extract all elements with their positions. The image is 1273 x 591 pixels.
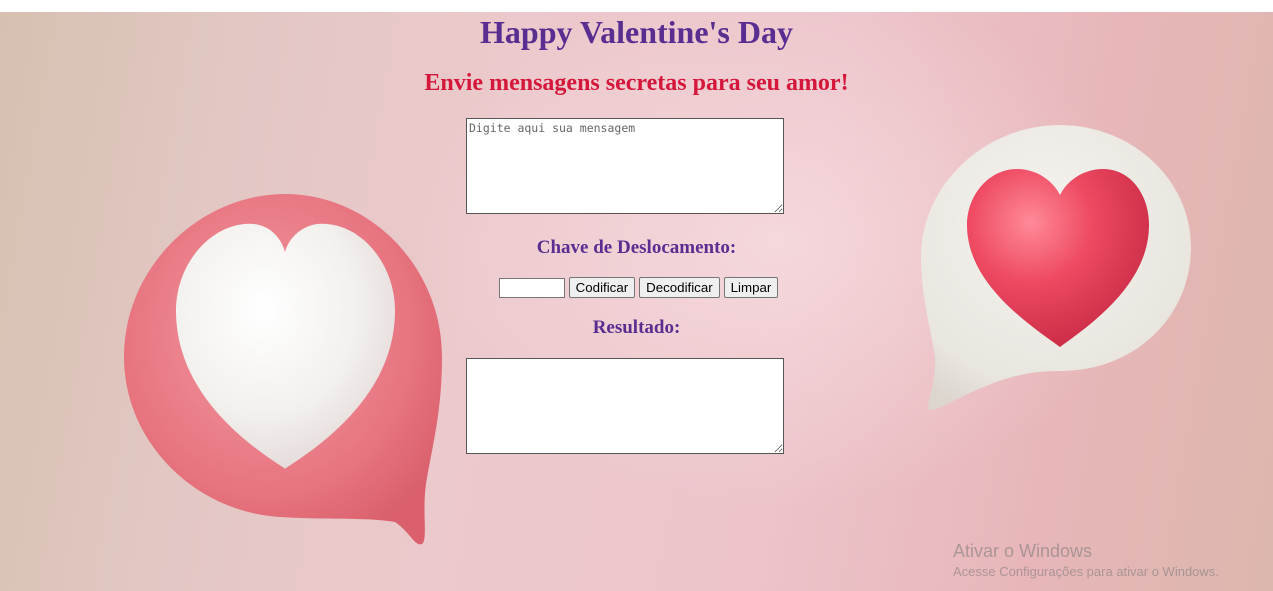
controls-row: Codificar Decodificar Limpar	[0, 277, 1273, 298]
white-speech-bubble-heart-icon	[921, 125, 1191, 411]
page-background: Happy Valentine's Day Envie mensagens se…	[0, 12, 1273, 591]
watermark-subtitle: Acesse Configurações para ativar o Windo…	[953, 564, 1219, 579]
shift-key-input[interactable]	[498, 277, 565, 298]
message-input[interactable]	[466, 118, 784, 214]
clear-button[interactable]: Limpar	[723, 277, 779, 298]
result-output[interactable]	[466, 358, 784, 454]
encode-button[interactable]: Codificar	[568, 277, 636, 298]
windows-activation-watermark: Ativar o Windows Acesse Configurações pa…	[953, 540, 1219, 582]
shift-key-label: Chave de Deslocamento:	[536, 237, 737, 258]
page-title: Happy Valentine's Day	[480, 14, 793, 50]
decode-button[interactable]: Decodificar	[639, 277, 720, 298]
page-subtitle: Envie mensagens secretas para seu amor!	[424, 70, 849, 96]
result-label: Resultado:	[592, 317, 681, 338]
watermark-title: Ativar o Windows	[953, 541, 1093, 561]
pink-speech-bubble-heart-icon	[124, 194, 442, 545]
